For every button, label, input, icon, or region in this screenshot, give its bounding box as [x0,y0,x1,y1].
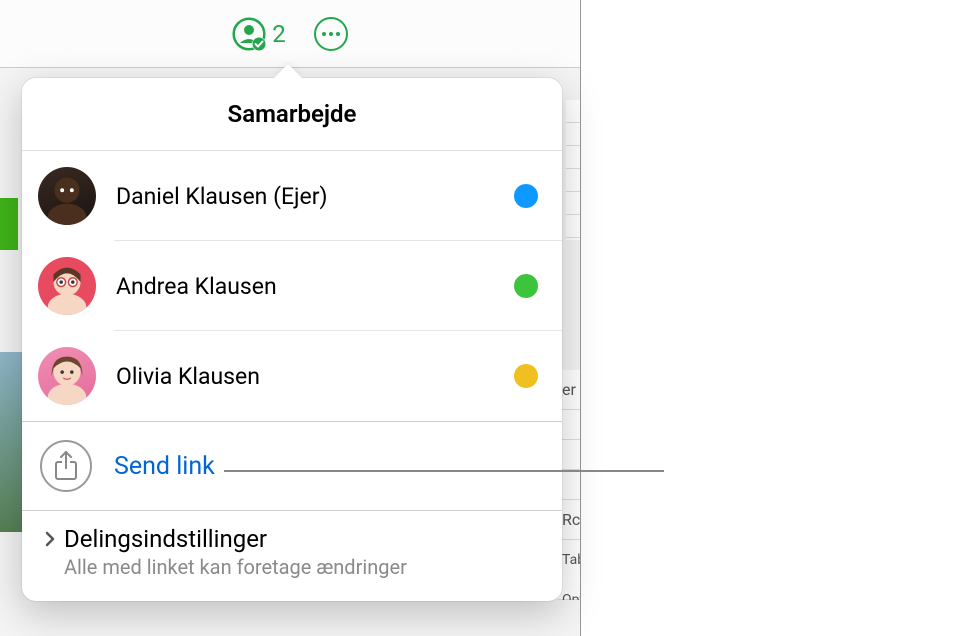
participants-list: Daniel Klausen (Ejer) Andrea Klausen Oli… [22,151,562,421]
background-fragment [0,198,18,250]
more-button[interactable] [314,17,348,51]
toolbar: 2 [0,0,580,68]
participant-name: Olivia Klausen [116,363,494,390]
settings-subtitle: Alle med linket kan foretage ændringer [64,555,407,579]
participant-name: Andrea Klausen [116,273,494,300]
collaborators-button[interactable]: 2 [232,17,286,51]
collaboration-popover: Samarbejde Daniel Klausen (Ejer) Andrea … [22,78,562,601]
avatar [38,167,96,225]
annotation-callout-line [224,470,664,472]
participant-row[interactable]: Daniel Klausen (Ejer) [22,151,562,241]
participant-row[interactable]: Andrea Klausen [22,241,562,331]
send-link-button[interactable]: Send link [22,422,562,510]
sharing-settings-button[interactable]: Delingsindstillinger Alle med linket kan… [22,511,562,601]
chevron-right-icon [44,531,56,552]
settings-title: Delingsindstillinger [64,525,407,553]
person-check-icon [232,17,266,51]
participant-name: Daniel Klausen (Ejer) [116,183,494,210]
document-viewport: er Rc Table Options 2 [0,0,581,636]
background-grid-fragment [566,100,580,240]
collaborator-count: 2 [272,20,286,48]
ellipsis-icon [322,32,340,36]
avatar [38,257,96,315]
send-link-label: Send link [114,452,215,481]
participant-row[interactable]: Olivia Klausen [22,331,562,421]
status-indicator [514,364,538,388]
share-icon [40,440,92,492]
avatar [38,347,96,405]
popover-title: Samarbejde [22,78,562,151]
status-indicator [514,184,538,208]
status-indicator [514,274,538,298]
background-image-fragment [0,352,22,532]
